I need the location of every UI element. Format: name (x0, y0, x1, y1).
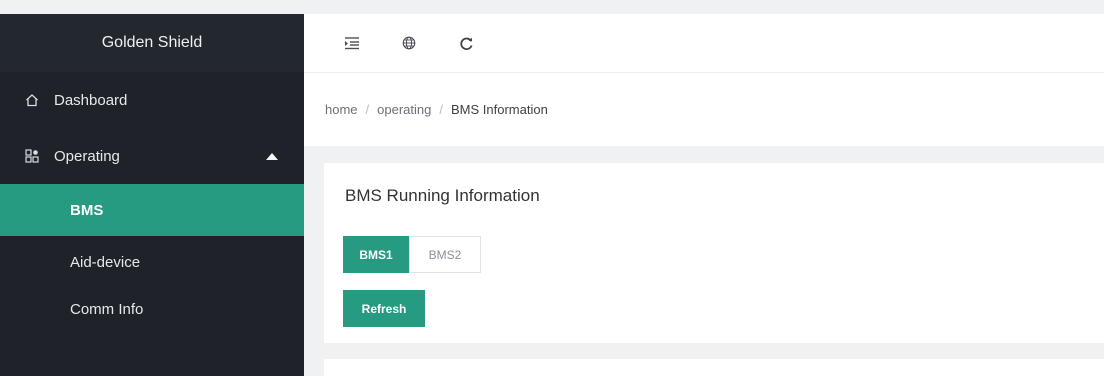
breadcrumb: home / operating / BMS Information (304, 72, 1104, 146)
breadcrumb-home[interactable]: home (325, 102, 358, 117)
breadcrumb-operating[interactable]: operating (377, 102, 431, 117)
breadcrumb-separator: / (439, 102, 443, 117)
globe-icon[interactable] (399, 33, 419, 53)
sidebar-subitem-comm-info[interactable]: Comm Info (0, 288, 304, 330)
tab-bms1[interactable]: BMS1 (343, 236, 409, 273)
top-toolbar (304, 14, 1104, 72)
refresh-button[interactable]: Refresh (343, 290, 425, 327)
sidebar-item-dashboard[interactable]: Dashboard (0, 72, 304, 128)
sidebar-subitem-bms[interactable]: BMS (0, 184, 304, 236)
sidebar-subitem-aid-device[interactable]: Aid-device (0, 236, 304, 288)
sidebar-item-label: Dashboard (54, 91, 128, 109)
home-icon (24, 92, 40, 108)
sidebar: Golden Shield Dashboard Operating BMS Ai… (0, 14, 304, 376)
brand-title: Golden Shield (0, 14, 304, 72)
sidebar-item-label: Operating (54, 147, 120, 165)
page-title: BMS Running Information (345, 186, 540, 205)
reload-icon[interactable] (456, 33, 476, 53)
grid-icon (24, 148, 40, 164)
tab-bms2[interactable]: BMS2 (409, 236, 481, 273)
caret-up-icon[interactable] (266, 152, 278, 160)
breadcrumb-separator: / (365, 102, 370, 117)
next-card (324, 359, 1104, 376)
breadcrumb-current: BMS Information (451, 102, 548, 117)
menu-fold-icon[interactable] (342, 33, 362, 53)
sidebar-item-operating[interactable]: Operating (0, 128, 304, 184)
bms-tabs: BMS1 BMS2 (343, 236, 481, 273)
bms-info-card: BMS Running Information BMS1 BMS2 Refres… (324, 163, 1104, 343)
